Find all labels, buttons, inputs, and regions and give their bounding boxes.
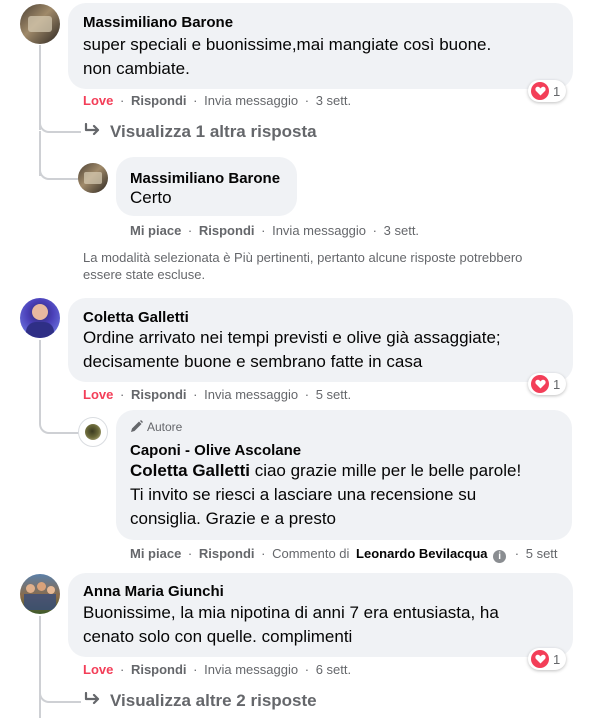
info-icon[interactable]: i	[493, 550, 507, 563]
reply-button[interactable]: Rispondi	[199, 223, 255, 238]
timestamp[interactable]: 3 sett.	[384, 223, 419, 238]
like-button[interactable]: Mi piace	[130, 223, 181, 238]
avatar[interactable]	[78, 163, 108, 193]
thread-line	[39, 616, 41, 718]
reply-button[interactable]: Rispondi	[199, 546, 255, 561]
comment-text: Buonissime, la mia nipotina di anni 7 er…	[83, 603, 499, 622]
love-button[interactable]: Love	[83, 387, 113, 402]
comment-actions: Love · Rispondi · Invia messaggio · 5 se…	[83, 387, 351, 402]
love-button[interactable]: Love	[83, 93, 113, 108]
avatar[interactable]	[78, 417, 108, 447]
comment-text: decisamente buone e sembrano fatte in ca…	[83, 352, 423, 371]
reaction-number: 1	[553, 376, 561, 392]
avatar[interactable]	[20, 574, 60, 614]
heart-icon	[531, 82, 549, 100]
separator: ·	[372, 223, 378, 238]
pencil-icon	[130, 420, 144, 436]
separator: ·	[119, 93, 125, 108]
reply-text: Coletta Galletti ciao grazie mille per l…	[130, 459, 521, 483]
avatar[interactable]	[20, 4, 60, 44]
reaction-count[interactable]: 1	[528, 373, 567, 395]
reply-button[interactable]: Rispondi	[131, 662, 187, 677]
badge-label: Autore	[147, 420, 183, 434]
separator: ·	[193, 93, 198, 108]
timestamp[interactable]: 3 sett.	[316, 93, 351, 108]
love-button[interactable]: Love	[83, 662, 113, 677]
avatar[interactable]	[20, 298, 60, 338]
reply-button[interactable]: Rispondi	[131, 93, 187, 108]
separator: ·	[193, 662, 198, 677]
separator: ·	[304, 387, 310, 402]
separator: ·	[304, 662, 310, 677]
comment-actions: Love · Rispondi · Invia messaggio · 3 se…	[83, 93, 351, 108]
reaction-number: 1	[553, 651, 561, 667]
thread-connector	[39, 160, 79, 180]
separator: ·	[261, 223, 266, 238]
mention-link[interactable]: Coletta Galletti	[130, 461, 250, 480]
timestamp[interactable]: 5 sett	[526, 546, 558, 561]
filter-notice: La modalità selezionata è Più pertinenti…	[83, 249, 591, 283]
comment-actions: Love · Rispondi · Invia messaggio · 6 se…	[83, 662, 351, 677]
separator: ·	[119, 387, 125, 402]
comment-text: super speciali e buonissime,mai mangiate…	[83, 35, 492, 54]
reply-text-rest: ciao grazie mille per le belle parole!	[249, 461, 522, 480]
separator: ·	[193, 387, 198, 402]
heart-icon	[531, 375, 549, 393]
notice-line: La modalità selezionata è Più pertinenti…	[83, 250, 523, 265]
reply-text: Ti invito se riesci a lasciare una recen…	[130, 485, 477, 504]
thread-connector	[39, 400, 79, 434]
reply-actions: Mi piace · Rispondi · Commento di Leonar…	[130, 546, 558, 563]
send-message-link[interactable]: Invia messaggio	[204, 662, 298, 677]
comment-author[interactable]: Massimiliano Barone	[83, 14, 233, 31]
timestamp[interactable]: 6 sett.	[316, 662, 351, 677]
comment-text: Ordine arrivato nei tempi previsti e oli…	[83, 328, 501, 347]
reaction-count[interactable]: 1	[528, 80, 567, 102]
reply-text: consiglia. Grazie e a presto	[130, 509, 336, 528]
comment-by-author[interactable]: Leonardo Bevilacqua	[356, 546, 487, 561]
comment-text: cenato solo con quelle. complimenti	[83, 627, 353, 646]
thread-connector	[39, 118, 81, 133]
reaction-number: 1	[553, 83, 561, 99]
separator: ·	[514, 546, 520, 561]
view-more-label: Visualizza altre 2 risposte	[110, 690, 317, 710]
reply-button[interactable]: Rispondi	[131, 387, 187, 402]
view-more-replies[interactable]: Visualizza altre 2 risposte	[84, 690, 317, 711]
like-button[interactable]: Mi piace	[130, 546, 181, 561]
reply-actions: Mi piace · Rispondi · Invia messaggio · …	[130, 223, 419, 238]
notice-line: essere state escluse.	[83, 267, 206, 282]
reply-text: Certo	[130, 188, 172, 207]
send-message-link[interactable]: Invia messaggio	[272, 223, 366, 238]
view-more-label: Visualizza 1 altra risposta	[110, 121, 317, 141]
reaction-count[interactable]: 1	[528, 648, 567, 670]
comment-by-label: Commento di	[272, 546, 350, 561]
reply-arrow-icon	[84, 121, 102, 142]
separator: ·	[187, 546, 193, 561]
reply-arrow-icon	[84, 690, 102, 711]
thread-connector	[39, 688, 81, 703]
author-badge: Autore	[130, 420, 182, 436]
separator: ·	[304, 93, 310, 108]
separator: ·	[187, 223, 193, 238]
comment-text: non cambiate.	[83, 59, 190, 78]
separator: ·	[119, 662, 125, 677]
separator: ·	[261, 546, 266, 561]
reply-author[interactable]: Caponi - Olive Ascolane	[130, 442, 301, 459]
comment-author[interactable]: Coletta Galletti	[83, 309, 189, 326]
reply-author[interactable]: Massimiliano Barone	[130, 170, 280, 187]
heart-icon	[531, 650, 549, 668]
send-message-link[interactable]: Invia messaggio	[204, 387, 298, 402]
send-message-link[interactable]: Invia messaggio	[204, 93, 298, 108]
view-more-replies[interactable]: Visualizza 1 altra risposta	[84, 121, 317, 142]
comment-author[interactable]: Anna Maria Giunchi	[83, 583, 224, 600]
timestamp[interactable]: 5 sett.	[316, 387, 351, 402]
